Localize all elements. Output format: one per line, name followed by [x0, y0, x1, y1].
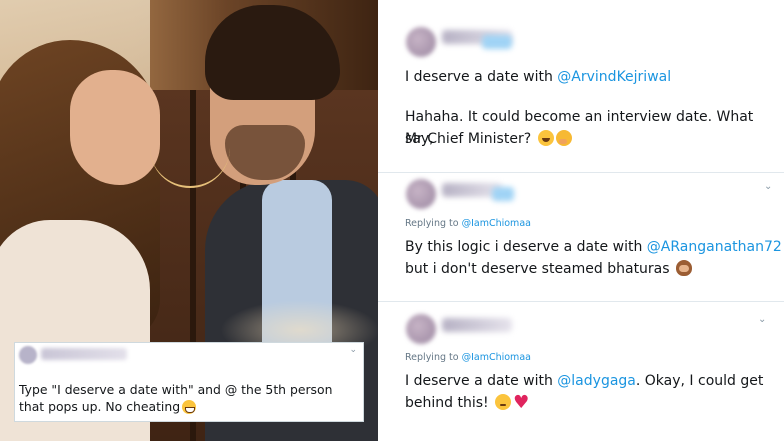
overlay-tweet-text: Type "I deserve a date with" and @ the 5…	[19, 381, 359, 415]
tweet-1[interactable]: I deserve a date with @ArvindKejriwal Ha…	[378, 0, 784, 172]
tweet-text: By this logic i deserve a date with	[405, 239, 647, 255]
blurred-avatar	[406, 27, 436, 57]
tweet-2-line-1: By this logic i deserve a date with @ARa…	[405, 236, 782, 258]
chevron-down-icon[interactable]: ⌄	[764, 181, 772, 192]
see-no-evil-monkey-emoji	[676, 260, 693, 276]
tweets-panel: I deserve a date with @ArvindKejriwal Ha…	[378, 0, 784, 441]
couple-photo: ⌄ Type "I deserve a date with" and @ the…	[0, 0, 378, 441]
mention-link[interactable]: @ARanganathan72	[647, 239, 782, 255]
relieved-face-emoji	[495, 394, 512, 410]
mention-link[interactable]: @ladygaga	[557, 373, 636, 389]
face-with-hand-over-mouth-emoji	[555, 130, 572, 146]
laughing-face-emoji	[537, 130, 554, 146]
tweet-1-line-1: I deserve a date with @ArvindKejriwal	[405, 66, 671, 88]
blurred-username	[41, 348, 127, 360]
reply-mention-link[interactable]: @IamChiomaa	[462, 352, 531, 363]
tweet-text: I deserve a date with	[405, 373, 558, 389]
tweet-2[interactable]: ⌄ Replying to @IamChiomaa By this logic …	[378, 173, 784, 301]
reply-mention-link[interactable]: @IamChiomaa	[462, 218, 531, 229]
tweet-text: Mr Chief Minister?	[405, 131, 532, 147]
blurred-username	[442, 318, 512, 332]
tweet-text: behind this!	[405, 395, 489, 411]
mention-link[interactable]: @ArvindKejriwal	[557, 69, 671, 85]
blurred-verified-badge	[482, 35, 512, 49]
overlay-tweet-body: Type "I deserve a date with" and @ the 5…	[19, 382, 333, 414]
blurred-avatar	[406, 314, 436, 344]
woman-face	[70, 70, 160, 185]
replying-to-prefix: Replying to	[405, 352, 462, 363]
tweet-text: I deserve a date with	[405, 69, 558, 85]
tweet-text: . Okay, I could get	[635, 373, 764, 389]
blurred-avatar	[406, 179, 436, 209]
chevron-down-icon[interactable]: ⌄	[758, 314, 766, 325]
blurred-avatar	[19, 346, 37, 364]
overlay-tweet-card[interactable]: ⌄ Type "I deserve a date with" and @ the…	[14, 342, 364, 422]
tweet-2-line-2: but i don't deserve steamed bhaturas	[405, 258, 693, 280]
tweet-1-line-3: Mr Chief Minister?	[405, 128, 572, 150]
replying-to-prefix: Replying to	[405, 218, 462, 229]
blurred-verified-badge	[492, 187, 514, 201]
tweet-text: but i don't deserve steamed bhaturas	[405, 261, 670, 277]
chevron-down-icon[interactable]: ⌄	[349, 345, 357, 355]
man-hair	[205, 5, 340, 100]
tweet-3[interactable]: ⌄ Replying to @IamChiomaa I deserve a da…	[378, 302, 784, 441]
replying-to-label: Replying to @IamChiomaa	[405, 218, 531, 229]
red-heart-emoji	[513, 392, 529, 414]
replying-to-label: Replying to @IamChiomaa	[405, 352, 531, 363]
tweet-3-line-2: behind this!	[405, 392, 529, 414]
tweet-3-line-1: I deserve a date with @ladygaga. Okay, I…	[405, 370, 763, 392]
grinning-face-emoji	[182, 400, 197, 414]
